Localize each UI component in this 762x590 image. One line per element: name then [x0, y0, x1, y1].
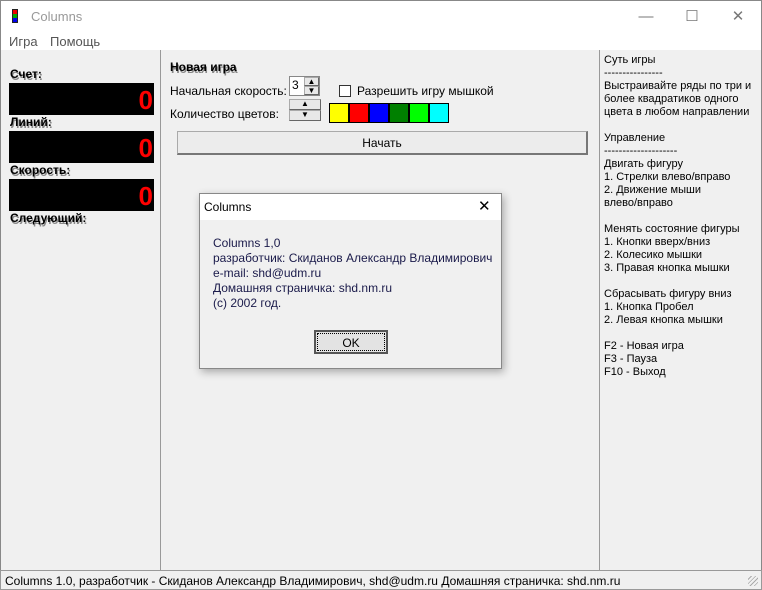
menu-help[interactable]: Помощь	[50, 34, 100, 49]
speed-label: Скорость:	[10, 163, 71, 177]
about-dialog: Columns ✕ Columns 1,0 разработчик: Скида…	[199, 193, 502, 369]
lines-display: 0	[9, 131, 154, 163]
colors-count-label: Количество цветов:	[170, 107, 279, 121]
lines-label: Линий:	[10, 115, 52, 129]
color-swatch	[389, 103, 409, 123]
maximize-button[interactable]: ☐	[669, 1, 715, 32]
dialog-close-icon[interactable]: ✕	[478, 197, 491, 215]
spin-down-icon[interactable]: ▼	[304, 86, 319, 95]
score-display: 0	[9, 83, 154, 115]
next-label: Следующий:	[10, 211, 87, 225]
start-speed-label: Начальная скорость:	[170, 84, 287, 98]
color-swatch	[429, 103, 449, 123]
color-swatch	[329, 103, 349, 123]
colors-up-button[interactable]: ▲	[289, 99, 321, 110]
minimize-button[interactable]: —	[623, 1, 669, 32]
menu-bar: Игра Помощь	[0, 31, 762, 50]
resize-grip[interactable]	[748, 576, 758, 586]
menu-game[interactable]: Игра	[9, 34, 38, 49]
dialog-title-bar: Columns ✕	[200, 194, 501, 220]
mouse-play-label: Разрешить игру мышкой	[357, 84, 494, 98]
start-speed-value: 3	[292, 78, 299, 92]
app-icon	[13, 10, 17, 22]
colors-down-button[interactable]: ▼	[289, 110, 321, 121]
help-panel: Суть игры ---------------- Выстраивайте …	[599, 50, 762, 570]
new-game-heading: Новая игра	[170, 60, 237, 74]
color-swatch	[409, 103, 429, 123]
window-title: Columns	[31, 9, 83, 24]
score-label: Счет:	[10, 67, 42, 81]
status-bar: Columns 1.0, разработчик - Скиданов Алек…	[0, 570, 762, 590]
spin-up-icon[interactable]: ▲	[304, 77, 319, 86]
color-swatch	[349, 103, 369, 123]
start-button[interactable]: Начать	[177, 131, 588, 155]
ok-label: OK	[317, 333, 385, 351]
close-button[interactable]: ✕	[715, 1, 761, 32]
mouse-play-checkbox[interactable]	[339, 85, 351, 97]
ok-button[interactable]: OK	[314, 330, 388, 354]
title-bar: Columns — ☐ ✕	[0, 0, 762, 31]
color-swatch	[369, 103, 389, 123]
start-speed-spinner[interactable]: 3 ▲ ▼	[289, 76, 320, 96]
status-text: Columns 1.0, разработчик - Скиданов Алек…	[5, 574, 621, 588]
speed-display: 0	[9, 179, 154, 211]
about-text: Columns 1,0 разработчик: Скиданов Алекса…	[213, 236, 493, 310]
dialog-title: Columns	[204, 200, 252, 214]
